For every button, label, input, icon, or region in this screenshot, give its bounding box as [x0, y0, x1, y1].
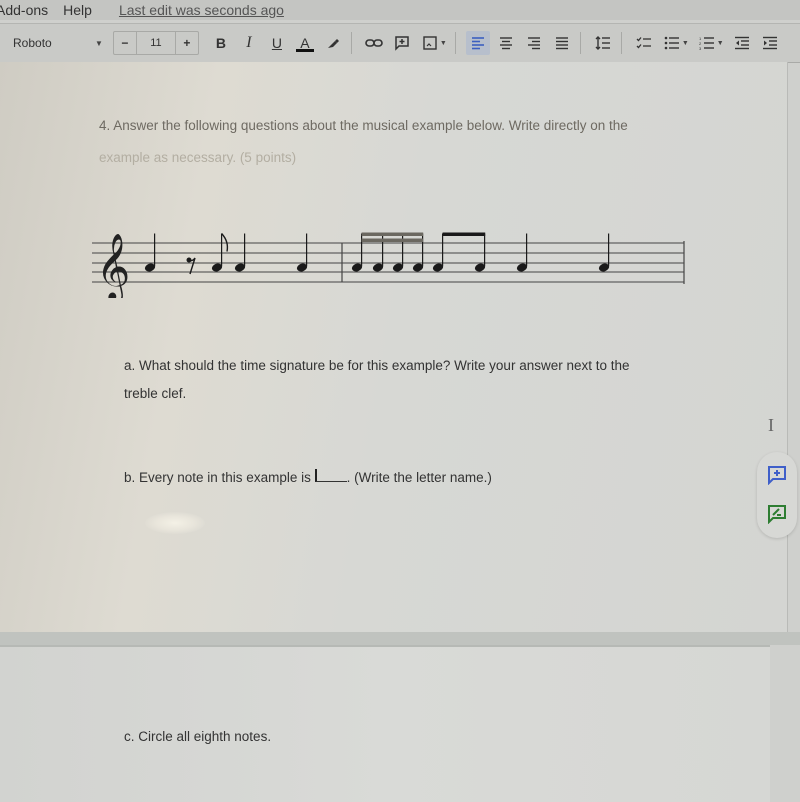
numbered-list-caret-icon[interactable]: ▼ — [717, 40, 724, 47]
align-center-button[interactable] — [494, 31, 518, 55]
line-spacing-icon — [595, 36, 610, 50]
numbered-list-button[interactable]: 123 — [695, 31, 719, 55]
text-color-button[interactable]: A — [293, 31, 317, 55]
image-icon — [423, 36, 437, 50]
toolbar-divider — [350, 32, 352, 54]
align-left-button[interactable] — [465, 31, 490, 55]
formatting-toolbar: Roboto ▼ − 11 + B I U A ▼ ▼ 1 2 3 ▼ — [0, 23, 800, 63]
side-action-panel — [757, 452, 797, 538]
justify-icon — [555, 37, 568, 50]
increase-font-size-button[interactable]: + — [176, 32, 198, 54]
checklist-icon — [636, 37, 651, 49]
toolbar-divider — [620, 32, 622, 54]
menu-addons[interactable]: Add-ons — [0, 2, 55, 18]
document-page[interactable] — [0, 62, 788, 632]
question-4-title-line1: 4. Answer the following questions about … — [99, 118, 628, 133]
italic-button[interactable]: I — [237, 31, 261, 55]
screen-glare — [145, 512, 205, 534]
font-size-input[interactable]: 11 — [137, 32, 176, 54]
link-icon — [365, 39, 383, 47]
beam — [361, 238, 424, 242]
decrease-font-size-button[interactable]: − — [114, 32, 137, 54]
question-4-title: 4. Answer the following questions about … — [99, 118, 628, 133]
toolbar-divider — [454, 32, 456, 54]
line-spacing-button[interactable] — [591, 31, 615, 55]
image-dropdown-caret-icon[interactable]: ▼ — [440, 40, 447, 47]
staff-lines — [92, 242, 684, 283]
last-edit-link[interactable]: Last edit was seconds ago — [119, 2, 284, 18]
bold-button[interactable]: B — [209, 31, 233, 55]
justify-button[interactable] — [550, 31, 574, 55]
add-comment-icon — [768, 466, 786, 485]
align-right-icon — [527, 37, 540, 50]
question-a-line1: a. What should the time signature be for… — [124, 358, 630, 373]
menu-bar: Add-ons Help Last edit was seconds ago — [0, 0, 800, 20]
svg-text:3: 3 — [699, 46, 702, 50]
menu-help[interactable]: Help — [63, 2, 99, 18]
text-color-swatch — [295, 48, 314, 52]
suggest-edit-button[interactable] — [766, 504, 788, 524]
add-comment-icon — [395, 36, 409, 51]
question-b-prefix: b. Every note in this example is — [124, 470, 315, 485]
add-comment-button[interactable] — [766, 465, 788, 485]
beam — [361, 232, 424, 236]
font-size-stepper: − 11 + — [112, 31, 199, 55]
page-break — [0, 632, 800, 645]
align-center-icon — [499, 37, 512, 50]
beam — [442, 232, 486, 236]
answer-blank[interactable] — [314, 469, 347, 482]
increase-indent-button[interactable] — [758, 31, 782, 55]
font-select[interactable]: Roboto — [13, 36, 83, 50]
font-dropdown-caret-icon[interactable]: ▼ — [95, 39, 103, 48]
increase-indent-icon — [762, 36, 777, 50]
highlight-button[interactable] — [321, 31, 345, 55]
add-comment-toolbar-button[interactable] — [390, 31, 414, 55]
highlighter-icon — [327, 39, 339, 48]
numbered-list-icon: 123 — [699, 36, 714, 50]
suggest-edit-icon — [768, 505, 786, 524]
decrease-indent-icon — [734, 36, 749, 50]
underline-button[interactable]: U — [265, 31, 289, 55]
align-left-icon — [471, 37, 484, 50]
document-page-2[interactable] — [0, 645, 770, 802]
music-staff[interactable]: 𝄞 — [92, 218, 692, 298]
question-c: c. Circle all eighth notes. — [124, 729, 272, 744]
treble-clef-icon: 𝄞 — [96, 232, 130, 298]
align-right-button[interactable] — [522, 31, 546, 55]
question-a-line2: treble clef. — [124, 386, 187, 401]
decrease-indent-button[interactable] — [730, 31, 754, 55]
question-b: b. Every note in this example is . (Writ… — [124, 469, 492, 485]
text-cursor-icon: I — [768, 415, 774, 435]
bulleted-list-caret-icon[interactable]: ▼ — [682, 40, 689, 47]
toolbar-divider — [579, 32, 581, 54]
question-b-suffix: . (Write the letter name.) — [346, 470, 492, 485]
insert-link-button[interactable] — [362, 31, 386, 55]
bulleted-list-icon — [664, 36, 679, 50]
insert-image-button[interactable] — [418, 31, 442, 55]
bulleted-list-button[interactable] — [660, 31, 684, 55]
checklist-button[interactable] — [632, 31, 656, 55]
question-4-title-line2: example as necessary. (5 points) — [99, 150, 297, 165]
